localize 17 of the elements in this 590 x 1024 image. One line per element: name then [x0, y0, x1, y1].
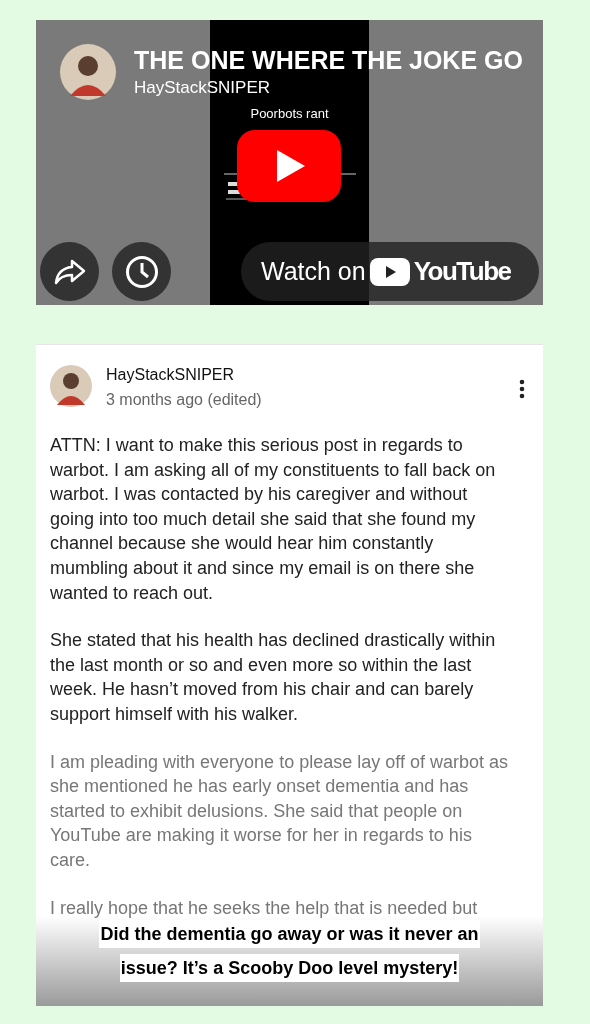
avatar[interactable]: [60, 44, 116, 100]
more-options-icon[interactable]: [519, 379, 525, 399]
clock-icon: [124, 254, 159, 289]
post-paragraph: She stated that his health has declined drastically within the last month or so and even more so within the last week. He hasn’t moved from his chair and can barely support himself with his walker.: [50, 629, 497, 726]
author-name[interactable]: HayStackSNIPER: [106, 363, 519, 387]
watch-on-youtube-button[interactable]: Watch on YouTube: [241, 242, 539, 301]
post-paragraph: ATTN: I want to make this serious post in regards to warbot. I am asking all of my constituents to fall back on warbot. I was contacted by his caregiver and without going into too much detail she said that she found my channel because she would hear him constantly mumbling about it and since my email is on there she wanted to reach out.: [50, 434, 497, 605]
post-time: 3 months ago (edited): [106, 390, 263, 410]
caption-text: issue? It’s a Scooby Doo level mystery!: [119, 954, 460, 982]
youtube-logo-icon: [369, 257, 410, 286]
share-icon: [53, 258, 86, 285]
post-paragraph: I really hope that he seeks the help that is needed but: [50, 896, 479, 920]
caption-text: Did the dementia go away or was it never an: [99, 920, 480, 948]
play-button[interactable]: [237, 130, 341, 202]
post-paragraph: I am pleading with everyone to please lay off of warbot as she mentioned he has early onset dementia and has started to exhibit delusions. She said that people on YouTube are making it worse for her in regards to his care.: [50, 750, 509, 872]
thumbnail-caption: Poorbots rant: [249, 106, 330, 122]
avatar[interactable]: [50, 365, 92, 407]
